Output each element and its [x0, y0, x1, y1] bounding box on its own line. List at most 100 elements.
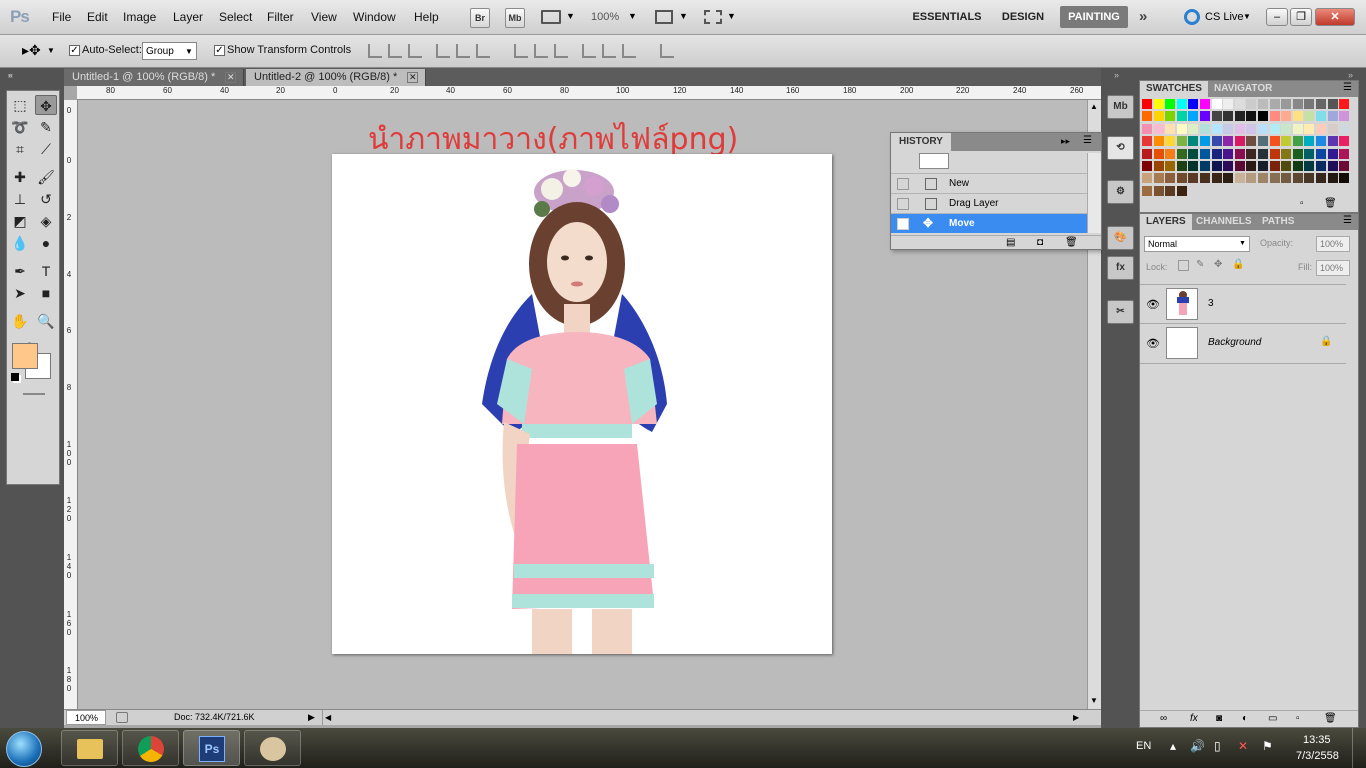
color-swatch[interactable] — [1281, 99, 1292, 109]
auto-select-dropdown[interactable]: Group ▼ — [142, 42, 197, 60]
distribute-left-icon[interactable] — [582, 44, 596, 58]
menu-edit[interactable]: Edit — [87, 10, 108, 24]
lock-position-icon[interactable]: ✥ — [1214, 259, 1222, 270]
menu-select[interactable]: Select — [219, 10, 252, 24]
history-source-checkbox[interactable] — [897, 198, 909, 210]
color-swatch[interactable] — [1316, 148, 1326, 159]
color-swatch[interactable] — [1246, 161, 1257, 171]
color-swatch[interactable] — [1142, 161, 1152, 171]
blend-mode-dropdown[interactable]: Normal ▼ — [1144, 236, 1250, 252]
color-swatch[interactable] — [1188, 111, 1199, 122]
color-swatch[interactable] — [1258, 123, 1268, 134]
workspace-design[interactable]: DESIGN — [996, 6, 1050, 28]
align-bottom-icon[interactable] — [408, 44, 422, 58]
distribute-bottom-icon[interactable] — [554, 44, 568, 58]
color-swatch[interactable] — [1304, 111, 1315, 122]
color-swatch[interactable] — [1316, 161, 1326, 171]
color-swatch[interactable] — [1339, 99, 1350, 109]
color-swatch[interactable] — [1246, 99, 1257, 109]
color-swatch[interactable] — [1176, 173, 1187, 184]
color-swatch[interactable] — [1339, 173, 1350, 184]
cs-live-menu[interactable]: CS Live — [1205, 11, 1244, 23]
color-swatch[interactable] — [1165, 148, 1176, 159]
menu-window[interactable]: Window — [353, 10, 396, 24]
color-swatch[interactable] — [1211, 173, 1222, 184]
dodge-tool-icon[interactable]: ● — [35, 233, 57, 253]
history-item[interactable]: New — [891, 173, 1087, 193]
tab-channels[interactable]: CHANNELS — [1190, 214, 1258, 230]
tab-untitled-2[interactable]: Untitled-2 @ 100% (RGB/8) * ✕ — [246, 69, 426, 86]
color-swatch[interactable] — [1234, 136, 1245, 147]
color-swatch[interactable] — [1327, 148, 1338, 159]
paint-bucket-tool-icon[interactable]: ◈ — [35, 211, 57, 231]
default-colors-icon[interactable] — [11, 373, 19, 381]
color-swatch[interactable] — [1281, 148, 1292, 159]
menu-filter[interactable]: Filter — [267, 10, 294, 24]
panel-collapse-icon[interactable]: » — [1348, 70, 1353, 80]
color-swatch[interactable] — [1142, 148, 1152, 159]
trash-icon[interactable]: 🗑 — [1324, 198, 1337, 209]
panel-menu-icon[interactable]: ☰ — [1343, 82, 1352, 93]
tab-layers[interactable]: LAYERS — [1140, 214, 1192, 230]
link-layers-icon[interactable]: ∞ — [1160, 713, 1167, 724]
color-swatch[interactable] — [1327, 99, 1338, 109]
status-arrow-icon[interactable]: ▶ — [308, 710, 315, 725]
zoom-level[interactable]: 100% — [591, 11, 619, 23]
lock-all-icon[interactable]: 🔒 — [1232, 259, 1244, 270]
auto-align-icon[interactable] — [660, 44, 674, 58]
history-item-selected[interactable]: ✥ Move — [891, 213, 1087, 233]
layer-mask-icon[interactable]: ◙ — [1216, 713, 1222, 724]
chevron-down-icon[interactable]: ▼ — [727, 11, 736, 21]
color-swatch[interactable] — [1176, 111, 1187, 122]
color-swatch[interactable] — [1200, 161, 1210, 171]
color-swatch[interactable] — [1234, 173, 1245, 184]
color-swatch[interactable] — [1142, 123, 1152, 134]
trash-icon[interactable]: 🗑 — [1324, 713, 1337, 724]
color-swatch[interactable] — [1200, 123, 1210, 134]
color-swatch[interactable] — [1269, 136, 1280, 147]
color-swatch[interactable] — [1165, 161, 1176, 171]
scroll-right-icon[interactable]: ▶ — [1073, 710, 1079, 725]
more-workspaces-icon[interactable]: » — [1139, 8, 1147, 25]
color-swatch[interactable] — [1258, 99, 1268, 109]
path-select-tool-icon[interactable]: ➤ — [9, 283, 31, 303]
close-icon[interactable]: ✕ — [225, 72, 237, 83]
panel-collapse-icon[interactable]: » — [8, 71, 12, 80]
taskbar-paint[interactable] — [244, 730, 301, 766]
eraser-tool-icon[interactable]: ◩ — [9, 211, 31, 231]
color-swatch[interactable] — [1258, 148, 1268, 159]
menu-file[interactable]: File — [52, 10, 71, 24]
taskbar-photoshop[interactable]: Ps — [183, 730, 240, 766]
color-swatch[interactable] — [1281, 123, 1292, 134]
history-scrollbar[interactable] — [1087, 153, 1101, 233]
auto-select-checkbox[interactable]: ✓ — [69, 45, 80, 56]
type-tool-icon[interactable]: T — [35, 261, 57, 281]
color-swatch[interactable] — [1339, 148, 1350, 159]
hand-tool-icon[interactable]: ✋ — [9, 311, 31, 331]
actions-panel-icon[interactable]: ⚙ — [1107, 180, 1134, 204]
color-swatch[interactable] — [1223, 99, 1234, 109]
color-swatch[interactable] — [1269, 111, 1280, 122]
snapshot-icon[interactable]: ◘ — [1037, 237, 1043, 248]
align-right-icon[interactable] — [476, 44, 490, 58]
color-swatch[interactable] — [1165, 111, 1176, 122]
panel-menu-icon[interactable]: ☰ — [1083, 135, 1092, 146]
arrange-documents-icon[interactable] — [655, 10, 673, 24]
color-swatch[interactable] — [1188, 136, 1199, 147]
chevron-down-icon[interactable]: ▼ — [47, 46, 55, 55]
action-center-icon[interactable]: ⚑ — [1262, 739, 1273, 753]
snapshot-thumbnail[interactable] — [919, 153, 949, 169]
color-swatch[interactable] — [1269, 148, 1280, 159]
close-icon[interactable]: ✕ — [407, 72, 419, 83]
lasso-tool-icon[interactable]: ➰ — [9, 117, 31, 137]
mini-bridge-button[interactable]: Mb — [505, 8, 525, 28]
color-swatch[interactable] — [1246, 136, 1257, 147]
quick-mask-icon[interactable] — [23, 393, 45, 395]
align-left-icon[interactable] — [436, 44, 450, 58]
color-swatch[interactable] — [1281, 136, 1292, 147]
opacity-field[interactable]: 100% — [1316, 236, 1350, 252]
language-indicator[interactable]: EN — [1136, 740, 1151, 752]
minimize-button[interactable]: – — [1266, 8, 1288, 26]
color-swatch[interactable] — [1165, 173, 1176, 184]
blur-tool-icon[interactable]: 💧 — [9, 233, 31, 253]
